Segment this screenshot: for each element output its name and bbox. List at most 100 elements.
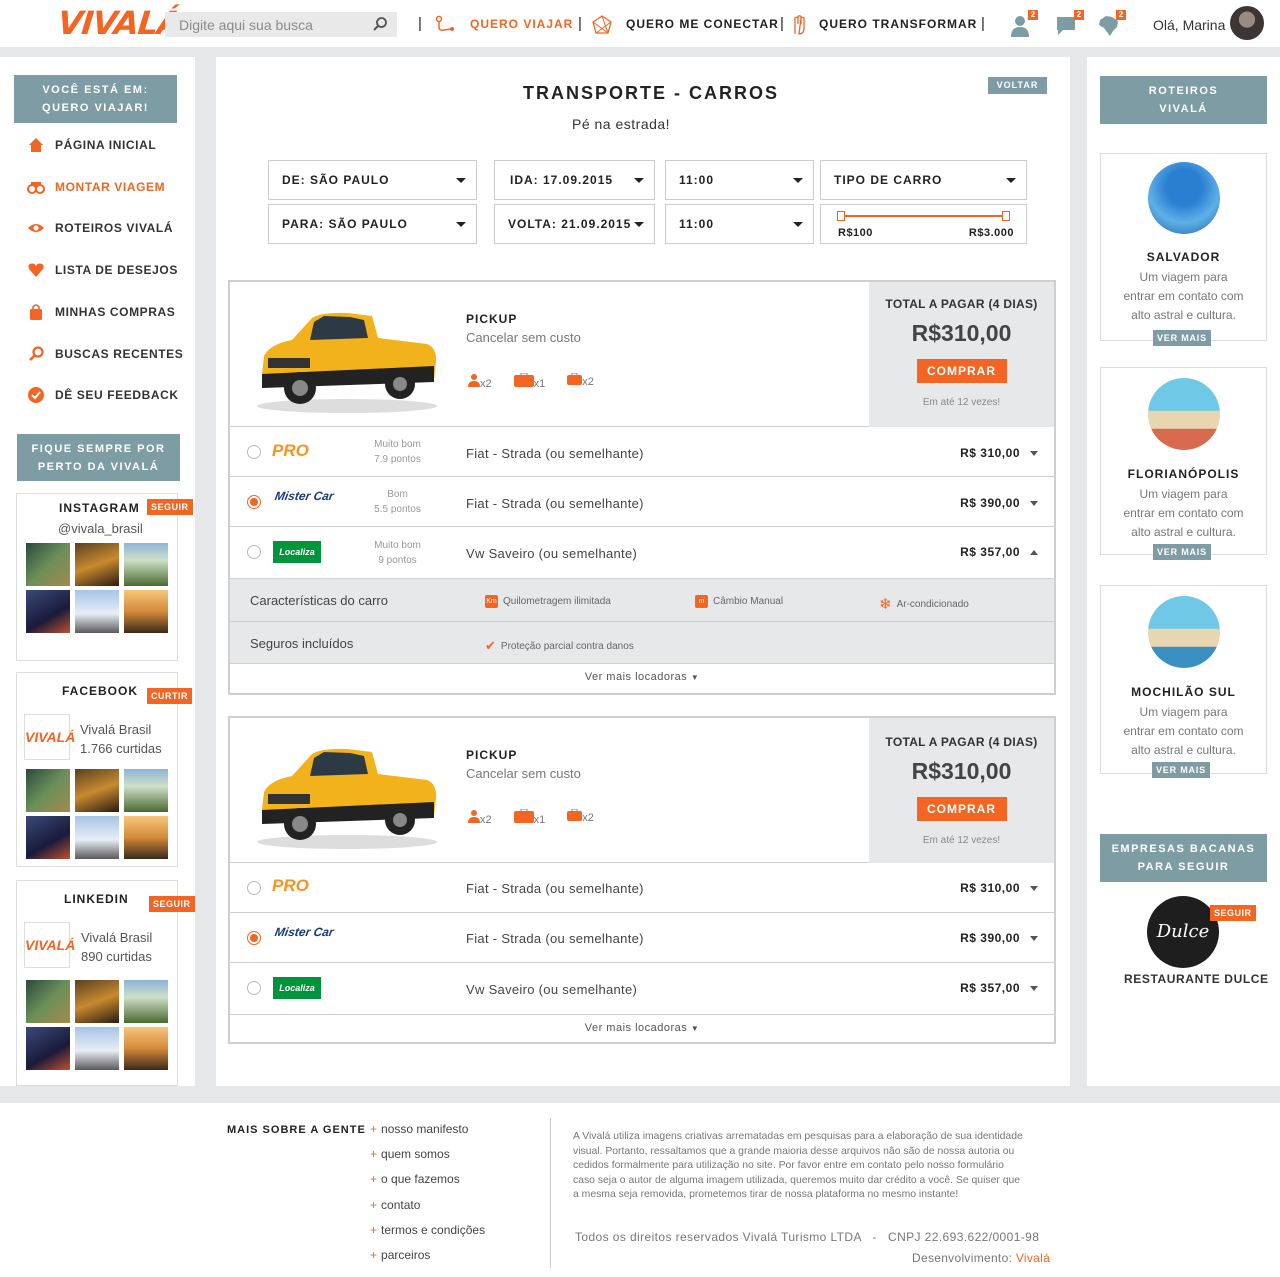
chevron-down-icon[interactable] (1030, 451, 1038, 456)
chevron-down-icon[interactable] (1030, 886, 1038, 891)
avatar[interactable] (1230, 6, 1264, 40)
option-radio-selected[interactable] (247, 495, 261, 509)
linkedin-page-name[interactable]: Vivalá Brasil (81, 930, 152, 945)
back-button[interactable]: VOLTAR (988, 77, 1047, 94)
search-input[interactable] (165, 12, 397, 37)
photo-thumb[interactable] (124, 980, 168, 1023)
user-greeting[interactable]: Olá, Marina (1153, 17, 1225, 33)
rental-option-row[interactable]: PRO Muito bom 7.9 pontos Fiat - Strada (o… (230, 427, 1054, 477)
footer-link-termos[interactable]: + termos e condições (370, 1223, 485, 1237)
car-model: Vw Saveiro (ou semelhante) (466, 546, 638, 561)
buy-button[interactable]: COMPRAR (916, 359, 1007, 383)
photo-thumb[interactable] (26, 590, 70, 633)
ver-mais-button[interactable]: VER MAIS (1153, 544, 1211, 560)
option-radio[interactable] (247, 981, 261, 995)
chevron-down-icon[interactable] (1030, 501, 1038, 506)
departure-time-select[interactable]: 11:00 (665, 160, 814, 200)
chevron-up-icon[interactable] (1030, 550, 1038, 555)
photo-thumb[interactable] (26, 769, 70, 812)
photo-thumb[interactable] (75, 1027, 119, 1070)
nav-quero-conectar[interactable]: QUERO ME CONECTAR (626, 17, 779, 31)
sidebar-item-minhas-compras[interactable]: MINHAS COMPRAS (27, 302, 175, 322)
return-date-select[interactable]: VOLTA: 21.09.2015 (494, 204, 655, 244)
instagram-handle[interactable]: @vivala_brasil (58, 521, 143, 536)
price-range-slider[interactable]: R$100 R$3.000 (820, 204, 1027, 244)
ver-mais-button[interactable]: VER MAIS (1152, 762, 1210, 778)
footer-link-quem-somos[interactable]: + quem somos (370, 1147, 450, 1161)
roteiro-card-mochilao-sul[interactable]: MOCHILÃO SUL Um viagem para entrar em con… (1100, 585, 1267, 778)
sidebar-item-lista-desejos[interactable]: LISTA DE DESEJOS (27, 260, 178, 280)
photo-thumb[interactable] (75, 590, 119, 633)
linkedin-follow-button[interactable]: SEGUIR (149, 896, 195, 912)
option-radio[interactable] (247, 545, 261, 559)
rental-option-row[interactable]: Localiza Muito bom 9 pontos Vw Saveiro (o… (230, 527, 1054, 579)
company-name[interactable]: RESTAURANTE DULCE (1124, 972, 1269, 986)
rental-option-row[interactable]: PRO Fiat - Strada (ou semelhante) R$ 310… (230, 863, 1054, 913)
departure-date-select[interactable]: IDA: 17.09.2015 (494, 160, 655, 200)
footer-link-parceiros[interactable]: + parceiros (370, 1248, 430, 1262)
plus-icon: + (370, 1198, 378, 1212)
eye-icon (28, 224, 44, 232)
car-type-select[interactable]: TIPO DE CARRO (820, 160, 1027, 200)
pro-locadora-logo: PRO (272, 876, 309, 895)
photo-thumb[interactable] (124, 543, 168, 586)
photo-thumb[interactable] (26, 816, 70, 859)
footer-link-contato[interactable]: + contato (370, 1198, 420, 1212)
see-more-companies-link[interactable]: Ver mais locadoras ▼ (230, 664, 1054, 690)
photo-thumb[interactable] (124, 1027, 168, 1070)
dulce-logo[interactable]: Dulce (1147, 896, 1219, 968)
footer-link-manifesto[interactable]: + nosso manifesto (370, 1122, 468, 1136)
slider-max-handle[interactable] (1002, 211, 1010, 221)
chevron-down-icon (793, 178, 803, 183)
photo-thumb[interactable] (26, 1027, 70, 1070)
description-line: Um viagem para (1139, 270, 1228, 284)
buy-button[interactable]: COMPRAR (916, 797, 1007, 821)
rental-option-row[interactable]: Mister Car Fiat - Strada (ou semelhante)… (230, 913, 1054, 963)
photo-thumb[interactable] (124, 816, 168, 859)
see-more-companies-link[interactable]: Ver mais locadoras ▼ (230, 1015, 1054, 1041)
option-radio[interactable] (247, 445, 261, 459)
friends-notification[interactable]: 2 (1008, 10, 1038, 40)
origin-select[interactable]: DE: SÃO PAULO (268, 160, 477, 200)
photo-thumb[interactable] (26, 980, 70, 1023)
chevron-down-icon[interactable] (1030, 986, 1038, 991)
messages-notification[interactable]: 2 (1054, 10, 1084, 40)
return-time-select[interactable]: 11:00 (665, 204, 814, 244)
ver-mais-button[interactable]: VER MAIS (1153, 330, 1211, 346)
sidebar-item-montar-viagem[interactable]: MONTAR VIAGEM (27, 177, 165, 197)
facebook-page-name[interactable]: Vivalá Brasil (80, 722, 151, 737)
photo-thumb[interactable] (75, 543, 119, 586)
option-radio[interactable] (247, 881, 261, 895)
follow-company-button[interactable]: SEGUIR (1210, 905, 1256, 921)
photo-thumb[interactable] (26, 543, 70, 586)
photo-thumb[interactable] (124, 590, 168, 633)
photo-thumb[interactable] (75, 816, 119, 859)
photo-thumb[interactable] (75, 980, 119, 1023)
car-model: Fiat - Strada (ou semelhante) (466, 446, 644, 461)
instagram-follow-button[interactable]: SEGUIR (147, 499, 193, 515)
nav-quero-transformar[interactable]: QUERO TRANSFORMAR (819, 17, 977, 31)
photo-thumb[interactable] (124, 769, 168, 812)
sidebar-item-buscas-recentes[interactable]: BUSCAS RECENTES (27, 344, 183, 364)
photo-thumb[interactable] (75, 769, 119, 812)
slider-min-handle[interactable] (837, 211, 845, 221)
option-radio-selected[interactable] (247, 931, 261, 945)
developer-link[interactable]: Vivalá (1016, 1251, 1050, 1265)
cancel-policy: Cancelar sem custo (466, 766, 581, 781)
rental-option-row[interactable]: Mister Car Bom 5.5 pontos Fiat - Strada (… (230, 477, 1054, 527)
facebook-like-button[interactable]: CURTIR (147, 688, 192, 704)
search-icon[interactable] (372, 16, 388, 32)
rental-option-row[interactable]: Localiza Vw Saveiro (ou semelhante) R$ 3… (230, 963, 1054, 1015)
vivala-page-logo: VIVALÁ (24, 714, 75, 760)
roteiro-card-salvador[interactable]: SALVADOR Um viagem para entrar em contato… (1100, 153, 1267, 346)
sidebar-item-roteiros[interactable]: ROTEIROS VIVALÁ (27, 218, 173, 238)
sidebar-item-feedback[interactable]: DÊ SEU FEEDBACK (27, 385, 179, 405)
destination-select[interactable]: PARA: SÃO PAULO (268, 204, 477, 244)
chevron-down-icon[interactable] (1030, 936, 1038, 941)
rating-points: 5.5 pontos (374, 504, 421, 515)
footer-link-o-que-fazemos[interactable]: + o que fazemos (370, 1172, 460, 1186)
nav-quero-viajar[interactable]: QUERO VIAJAR (470, 17, 573, 31)
sidebar-item-home[interactable]: PÁGINA INICIAL (27, 135, 156, 155)
map-notification[interactable]: 2 (1096, 10, 1126, 40)
roteiro-card-florianopolis[interactable]: FLORIANÓPOLIS Um viagem para entrar em co… (1100, 367, 1267, 560)
